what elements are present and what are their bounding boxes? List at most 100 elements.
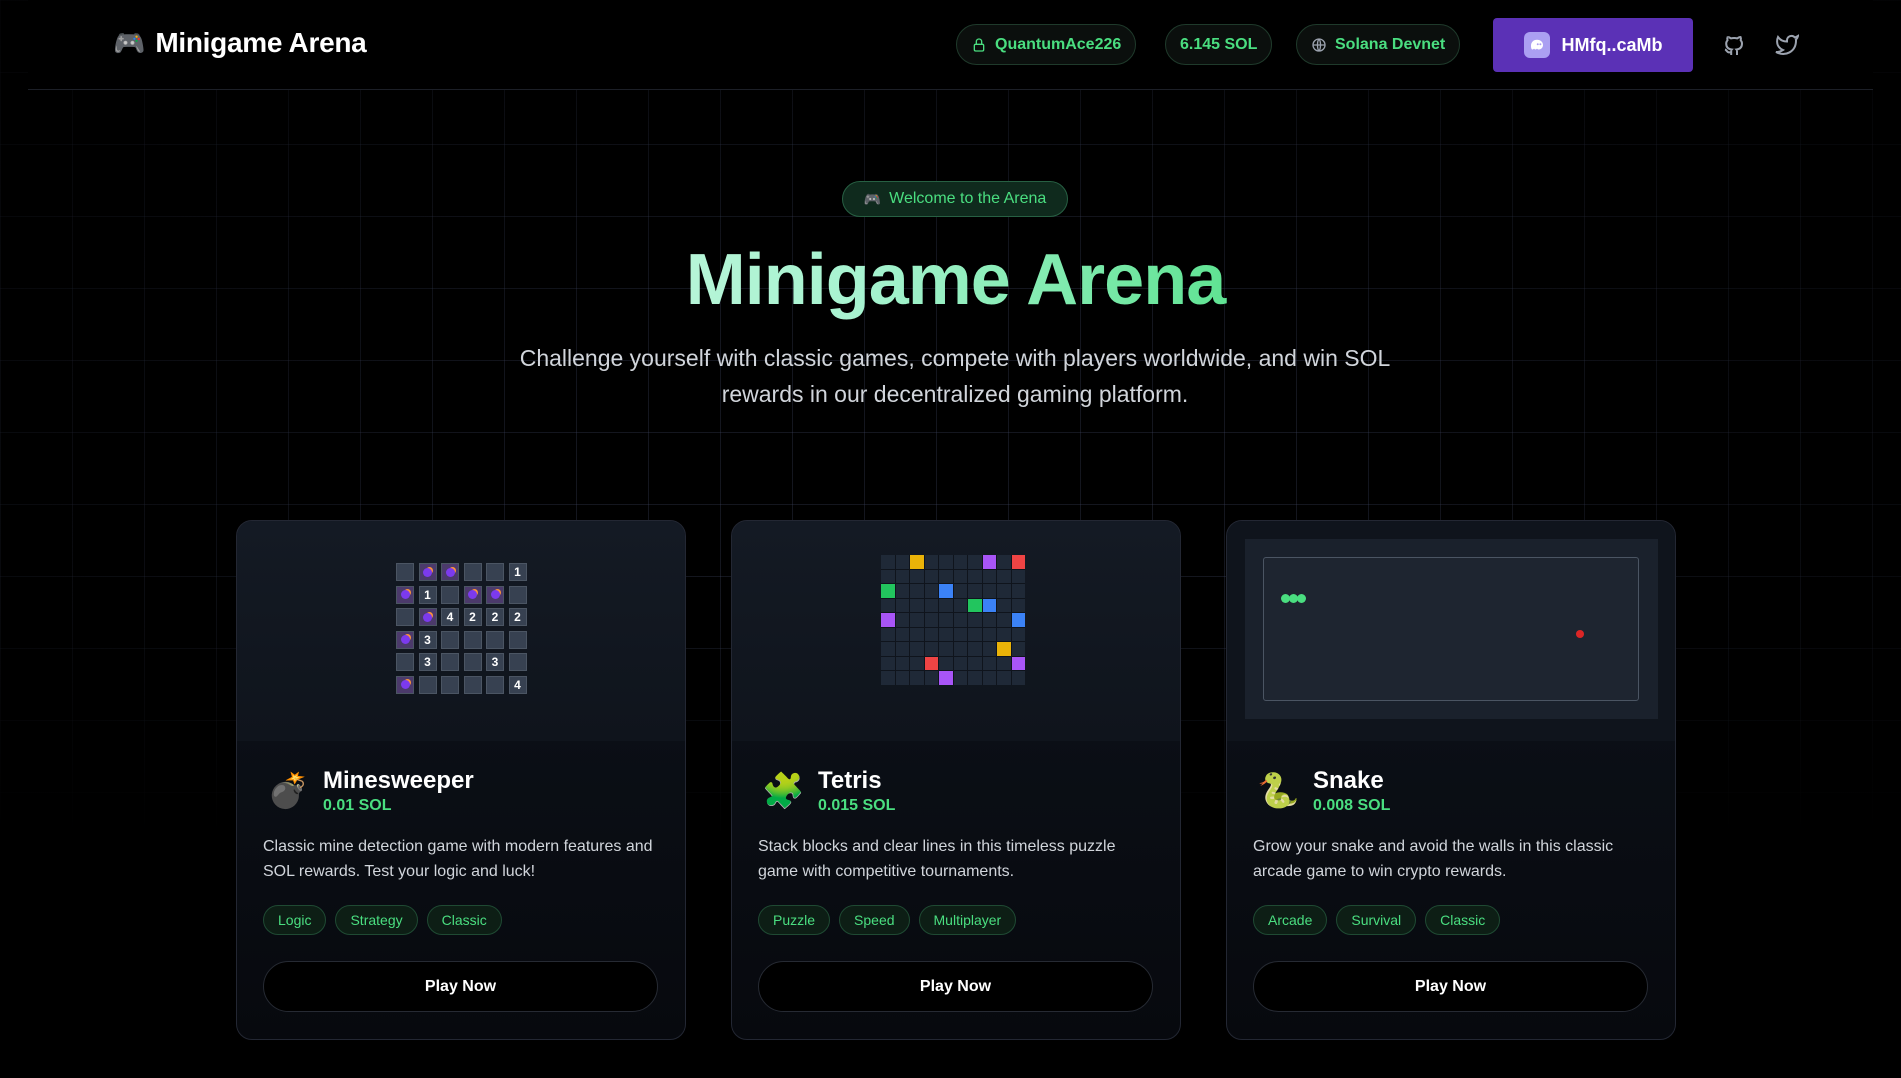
tetris-block	[968, 598, 982, 612]
top-nav: 🎮 Minigame Arena QuantumAce226 6.145 SOL…	[28, 0, 1873, 90]
globe-icon	[1312, 37, 1326, 52]
tetris-empty-cell	[924, 555, 938, 569]
board-cell: 1	[508, 563, 527, 581]
tetris-block	[982, 555, 996, 569]
snake-food	[1576, 630, 1584, 638]
board-cell	[441, 585, 459, 604]
board-cell	[441, 653, 459, 671]
play-now-button[interactable]: Play Now	[263, 961, 658, 1012]
board-cell	[463, 675, 482, 694]
tetris-board	[881, 555, 1025, 685]
tetris-empty-cell	[924, 569, 938, 583]
username-pill[interactable]: QuantumAce226	[956, 24, 1137, 65]
tetris-empty-cell	[997, 598, 1011, 612]
tetris-block	[881, 613, 895, 627]
tetris-block	[910, 555, 924, 569]
tetris-block	[982, 598, 996, 612]
board-cell	[463, 630, 482, 649]
network: Solana Devnet	[1335, 35, 1446, 53]
minesweeper-preview: 1142223334	[237, 521, 685, 741]
mine-cell	[418, 563, 437, 581]
tetris-empty-cell	[953, 671, 967, 685]
tag[interactable]: Arcade	[1253, 905, 1328, 935]
board-cell: 3	[418, 653, 437, 671]
tetris-empty-cell	[982, 642, 996, 656]
play-now-button[interactable]: Play Now	[1253, 961, 1648, 1012]
tetris-empty-cell	[997, 656, 1011, 670]
board-cell	[486, 563, 504, 581]
tetris-block	[1011, 555, 1025, 569]
tetris-empty-cell	[953, 598, 967, 612]
board-cell	[463, 563, 482, 581]
gamepad-icon: 🎮	[863, 190, 882, 207]
game-card-snake[interactable]: 🐍 Snake 0.008 SOL Grow your snake and av…	[1226, 520, 1676, 1040]
tetris-empty-cell	[953, 656, 967, 670]
tag[interactable]: Puzzle	[758, 905, 831, 935]
tag[interactable]: Classic	[426, 905, 502, 935]
game-description: Classic mine detection game with modern …	[263, 838, 653, 880]
tetris-empty-cell	[1011, 598, 1025, 612]
game-card-minesweeper[interactable]: 1142223334 💣 Minesweeper 0.01 SOL Classi…	[236, 520, 686, 1040]
tetris-empty-cell	[968, 569, 982, 583]
tetris-block	[939, 584, 953, 598]
tetris-empty-cell	[895, 569, 909, 583]
tetris-empty-cell	[895, 656, 909, 670]
game-price: 0.015 SOL	[818, 797, 896, 814]
board-cell: 2	[508, 608, 527, 626]
tetris-empty-cell	[881, 627, 895, 641]
tetris-empty-cell	[997, 613, 1011, 627]
tag[interactable]: Strategy	[335, 905, 418, 935]
tetris-empty-cell	[939, 598, 953, 612]
tetris-empty-cell	[939, 555, 953, 569]
tetris-empty-cell	[939, 569, 953, 583]
board-cell	[396, 563, 414, 581]
tetris-empty-cell	[968, 642, 982, 656]
tetris-empty-cell	[939, 627, 953, 641]
tetris-empty-cell	[953, 569, 967, 583]
tetris-empty-cell	[881, 598, 895, 612]
tag[interactable]: Multiplayer	[918, 905, 1017, 935]
bomb-icon: 💣	[267, 772, 310, 810]
board-cell	[508, 630, 527, 649]
wallet-button[interactable]: HMfq..caMb	[1493, 18, 1693, 72]
tetris-empty-cell	[997, 627, 1011, 641]
wallet-address: HMfq..caMb	[1561, 34, 1663, 55]
tag[interactable]: Survival	[1336, 905, 1417, 935]
tetris-empty-cell	[895, 671, 909, 685]
board-cell: 3	[486, 653, 504, 671]
game-card-tetris[interactable]: 🧩 Tetris 0.015 SOL Stack blocks and clea…	[731, 520, 1181, 1040]
tetris-block	[939, 671, 953, 685]
board-cell: 4	[441, 608, 459, 626]
twitter-icon[interactable]	[1775, 33, 1799, 57]
tetris-empty-cell	[997, 569, 1011, 583]
brand[interactable]: 🎮 Minigame Arena	[113, 27, 367, 59]
gamepad-icon: 🎮	[113, 28, 146, 58]
board-cell: 1	[418, 585, 437, 604]
game-name: Minesweeper	[323, 767, 474, 794]
github-icon[interactable]	[1722, 33, 1746, 57]
tag[interactable]: Speed	[839, 905, 910, 935]
play-now-button[interactable]: Play Now	[758, 961, 1153, 1012]
tetris-empty-cell	[1011, 642, 1025, 656]
tag[interactable]: Logic	[263, 905, 327, 935]
puzzle-icon: 🧩	[762, 772, 805, 810]
tetris-empty-cell	[939, 613, 953, 627]
tetris-empty-cell	[982, 569, 996, 583]
snake-field	[1263, 557, 1639, 701]
game-price: 0.008 SOL	[1313, 797, 1391, 814]
tetris-empty-cell	[982, 613, 996, 627]
tetris-empty-cell	[953, 584, 967, 598]
phantom-ghost-icon	[1523, 32, 1550, 58]
tetris-empty-cell	[953, 627, 967, 641]
tetris-empty-cell	[895, 555, 909, 569]
tetris-empty-cell	[881, 671, 895, 685]
tag[interactable]: Classic	[1425, 905, 1501, 935]
mine-cell	[486, 585, 504, 604]
tetris-empty-cell	[982, 584, 996, 598]
minesweeper-board: 1142223334	[396, 563, 527, 694]
tetris-block	[881, 584, 895, 598]
tetris-empty-cell	[910, 642, 924, 656]
tetris-empty-cell	[910, 671, 924, 685]
network-pill[interactable]: Solana Devnet	[1296, 24, 1461, 65]
board-cell	[396, 608, 414, 626]
